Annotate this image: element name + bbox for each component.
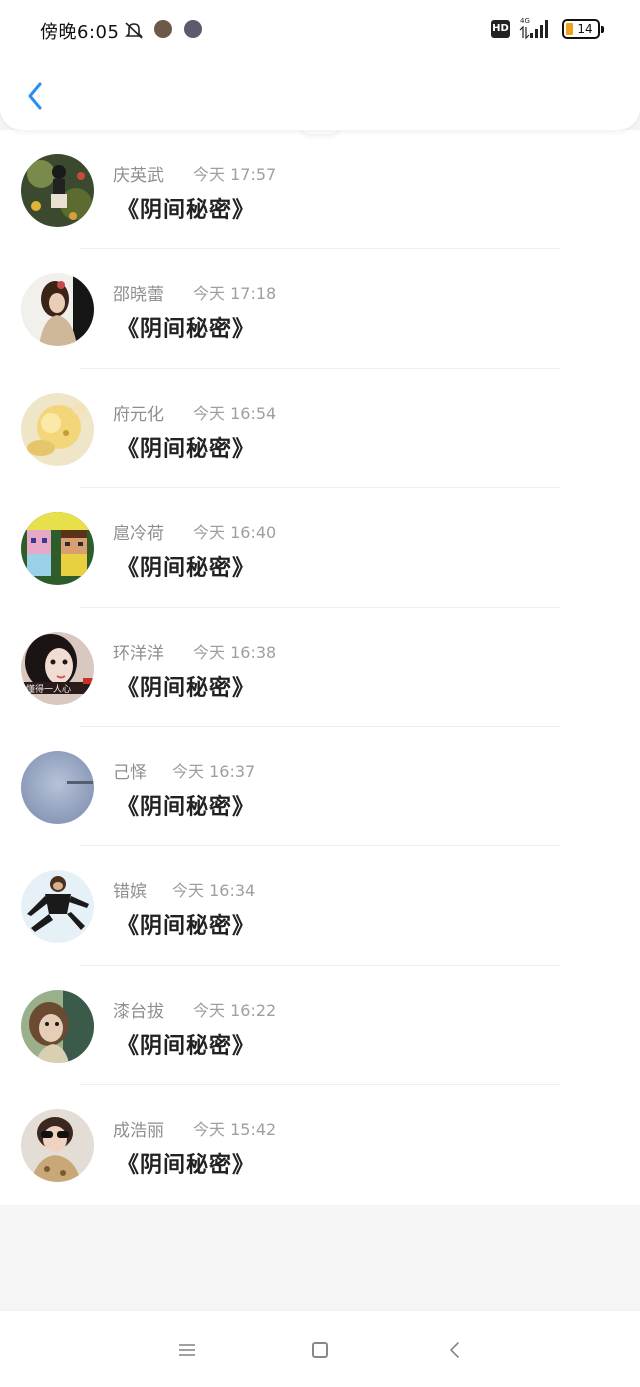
network-label: 4G (520, 17, 530, 25)
message-row[interactable]: 邵晓蕾 今天 17:18 《阴间秘密》 (0, 249, 640, 369)
message-time: 今天 17:18 (193, 284, 277, 304)
status-bar: 傍晚6:05 HD 4G 14 (0, 0, 640, 60)
top-bar: 傍晚6:05 HD 4G 14 (0, 0, 640, 130)
back-button[interactable] (22, 78, 50, 114)
avatar[interactable] (21, 512, 94, 586)
avatar[interactable] (21, 989, 94, 1063)
message-row[interactable]: 漆台拔 今天 16:22 《阴间秘密》 (0, 966, 640, 1086)
signal-icon: 4G (519, 17, 548, 40)
back-triangle-icon[interactable] (448, 1341, 460, 1359)
message-text: 《阴间秘密》 (117, 1153, 256, 1179)
message-text: 《阴间秘密》 (117, 1033, 256, 1059)
sender-name: 府元化 (113, 404, 164, 425)
avatar[interactable] (21, 392, 94, 466)
sender-name: 扈冷荷 (113, 524, 164, 545)
message-time: 今天 16:34 (172, 881, 256, 901)
chevron-left-icon (28, 82, 42, 110)
status-time: 傍晚6:05 (40, 22, 120, 43)
sender-name: 错嫔 (113, 882, 147, 903)
app-notification-icon (154, 20, 172, 38)
sender-name: 环洋洋 (113, 643, 164, 664)
avatar[interactable] (21, 870, 94, 944)
message-time: 今天 16:37 (172, 761, 256, 781)
sender-name: 漆台拔 (113, 1001, 164, 1022)
message-row[interactable]: 成浩丽 今天 15:42 《阴间秘密》 (0, 1085, 640, 1204)
avatar[interactable]: 懂得一人心 (21, 631, 94, 705)
message-time: 今天 16:38 (193, 642, 277, 662)
message-text: 《阴间秘密》 (117, 675, 256, 701)
message-text: 《阴间秘密》 (117, 198, 256, 223)
avatar[interactable] (21, 154, 94, 227)
hd-badge: HD (491, 20, 510, 38)
sender-name: 成浩丽 (113, 1121, 164, 1142)
message-text: 《阴间秘密》 (117, 436, 256, 462)
battery-percent: 14 (577, 22, 593, 36)
bell-muted-icon (125, 22, 143, 39)
message-time: 今天 17:57 (193, 165, 277, 184)
message-time: 今天 16:40 (193, 523, 277, 543)
message-row[interactable]: 错嫔 今天 16:34 《阴间秘密》 (0, 846, 640, 966)
battery-tip (601, 26, 604, 33)
battery-level (566, 23, 573, 35)
avatar[interactable] (21, 1109, 94, 1183)
message-row[interactable]: 己怿 今天 16:37 《阴间秘密》 (0, 727, 640, 847)
sender-name: 庆英武 (113, 166, 164, 186)
message-list: 庆英武 今天 17:57 《阴间秘密》 邵晓蕾 今天 17:18 《阴间秘密》 (0, 130, 640, 1205)
battery-icon: 14 (562, 19, 604, 39)
message-row[interactable]: 懂得一人心 环洋洋 今天 16:38 《阴间秘密》 (0, 608, 640, 727)
home-square-icon[interactable] (312, 1342, 328, 1358)
sender-name: 邵晓蕾 (113, 285, 164, 306)
sender-name: 己怿 (113, 762, 147, 783)
message-row[interactable]: 府元化 今天 16:54 《阴间秘密》 (0, 369, 640, 489)
message-row[interactable]: 扈冷荷 今天 16:40 《阴间秘密》 (0, 488, 640, 608)
avatar[interactable] (21, 750, 94, 824)
message-row[interactable]: 庆英武 今天 17:57 《阴间秘密》 (0, 130, 640, 250)
menu-icon[interactable] (178, 1343, 196, 1357)
message-text: 《阴间秘密》 (117, 317, 256, 343)
system-nav-bar (0, 1310, 640, 1387)
game-notification-icon (184, 20, 202, 38)
message-text: 《阴间秘密》 (117, 794, 256, 820)
message-text: 《阴间秘密》 (117, 556, 256, 582)
message-text: 《阴间秘密》 (117, 914, 256, 940)
message-time: 今天 15:42 (193, 1120, 277, 1140)
message-time: 今天 16:54 (193, 403, 277, 423)
app-screen: 傍晚6:05 HD 4G 14 庆英武 今天 17:57 《阴间秘密》 邵晓蕾 … (0, 0, 640, 1387)
avatar[interactable] (21, 273, 94, 347)
message-time: 今天 16:22 (193, 1000, 277, 1020)
avatar-caption: 懂得一人心 (26, 683, 71, 695)
